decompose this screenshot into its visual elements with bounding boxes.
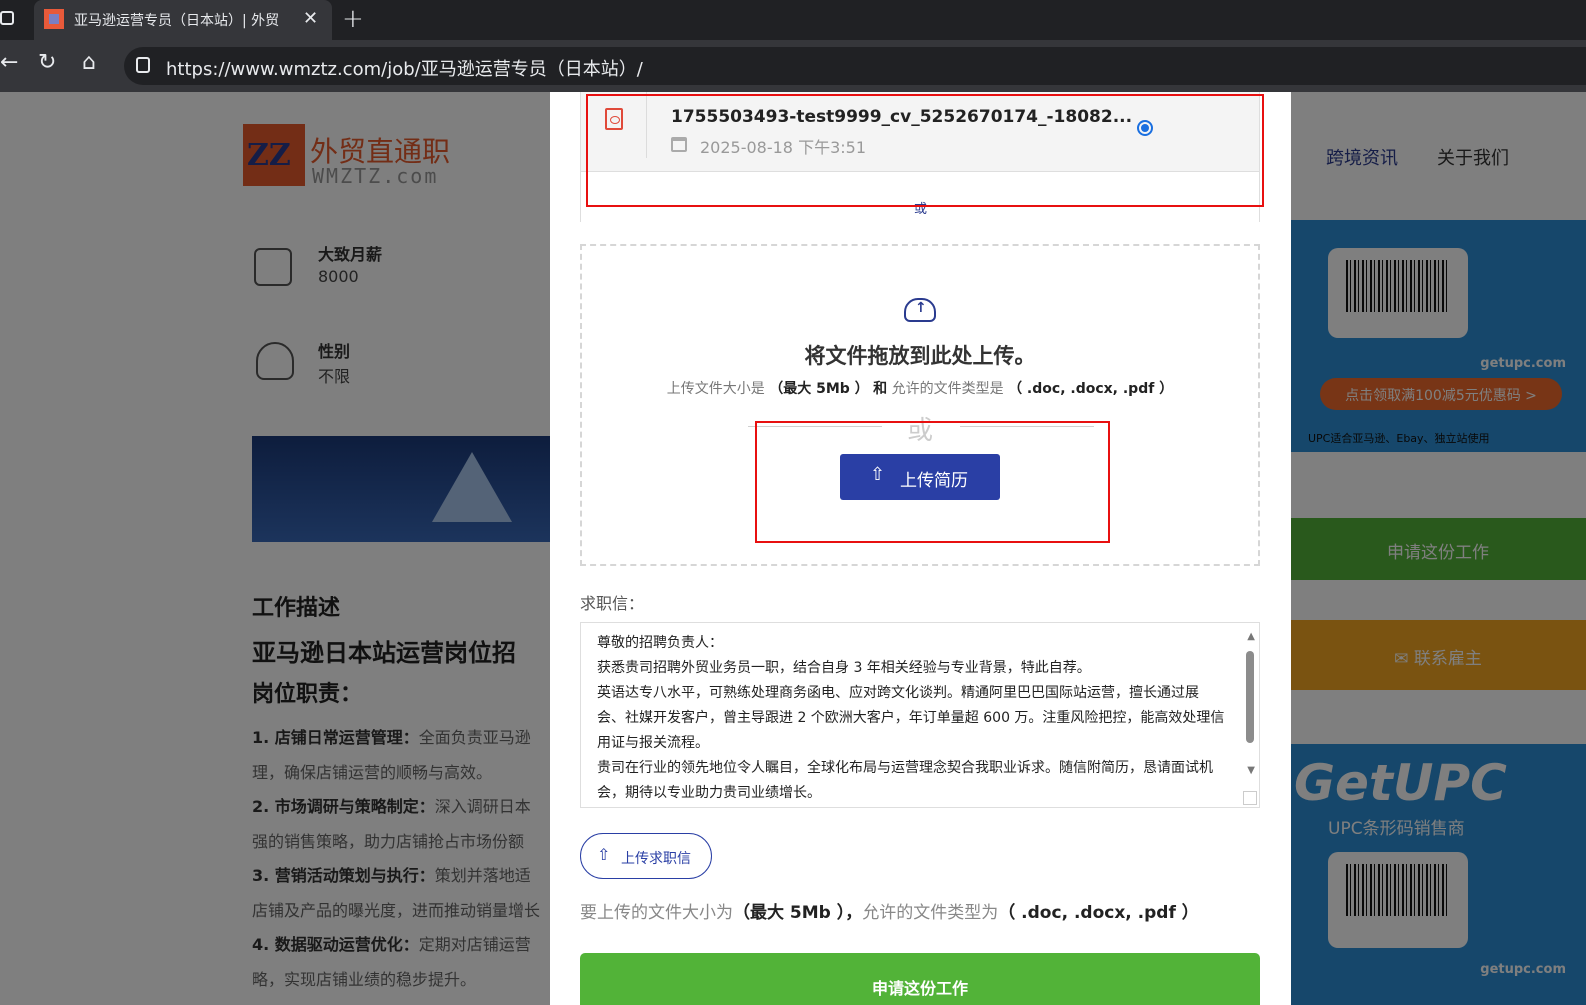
upload-cover-letter-label: 上传求职信: [621, 851, 691, 867]
scroll-down-icon[interactable]: ▼: [1247, 765, 1255, 776]
browser-tab[interactable]: 亚马逊运营专员（日本站）| 外贸 ✕: [34, 0, 332, 40]
apply-modal: 1755503493-test9999_cv_5252670174_-18082…: [550, 92, 1291, 1005]
tab-title: 亚马逊运营专员（日本站）| 外贸: [74, 13, 280, 29]
window-menu-icon[interactable]: [0, 11, 14, 25]
upload-icon: ⇧: [597, 845, 611, 864]
url-text[interactable]: https://www.wmztz.com/job/亚马逊运营专员（日本站）/: [166, 55, 643, 81]
browser-tabbar: 亚马逊运营专员（日本站）| 外贸 ✕ +: [0, 0, 1586, 40]
address-bar[interactable]: https://www.wmztz.com/job/亚马逊运营专员（日本站）/: [124, 47, 1586, 85]
scroll-up-icon[interactable]: ▲: [1247, 631, 1255, 642]
site-favicon-icon: [44, 9, 64, 29]
cover-letter-content[interactable]: 尊敬的招聘负责人： 获悉贵司招聘外贸业务员一职，结合自身 3 年相关经验与专业背…: [597, 631, 1225, 806]
site-info-icon[interactable]: [136, 57, 150, 73]
highlight-box-upload: [755, 421, 1110, 543]
cover-letter-hint: 要上传的文件大小为（最大 5Mb ），允许的文件类型为（ .doc, .docx…: [580, 903, 1199, 923]
dropzone-title: 将文件拖放到此处上传。: [804, 344, 1036, 368]
resize-handle-icon[interactable]: [1243, 791, 1257, 805]
upload-cover-letter-button[interactable]: ⇧ 上传求职信: [580, 833, 712, 879]
cloud-upload-icon: [904, 298, 936, 322]
browser-toolbar: ← ↻ ⌂ https://www.wmztz.com/job/亚马逊运营专员（…: [0, 40, 1586, 92]
new-tab-icon[interactable]: +: [342, 4, 364, 34]
dropzone-hint: 上传文件大小是 （最大 5Mb ） 和 允许的文件类型是 （ .doc, .do…: [666, 381, 1174, 397]
scrollbar-thumb[interactable]: [1246, 651, 1254, 743]
home-icon[interactable]: ⌂: [82, 50, 96, 75]
apply-job-button[interactable]: 申请这份工作: [580, 953, 1260, 1005]
reload-icon[interactable]: ↻: [38, 50, 56, 75]
back-icon[interactable]: ←: [0, 50, 18, 75]
cover-letter-label: 求职信：: [580, 594, 645, 613]
close-tab-icon[interactable]: ✕: [303, 8, 318, 29]
cover-letter-textarea[interactable]: 尊敬的招聘负责人： 获悉贵司招聘外贸业务员一职，结合自身 3 年相关经验与专业背…: [580, 622, 1260, 808]
highlight-box-resume: [586, 94, 1264, 207]
